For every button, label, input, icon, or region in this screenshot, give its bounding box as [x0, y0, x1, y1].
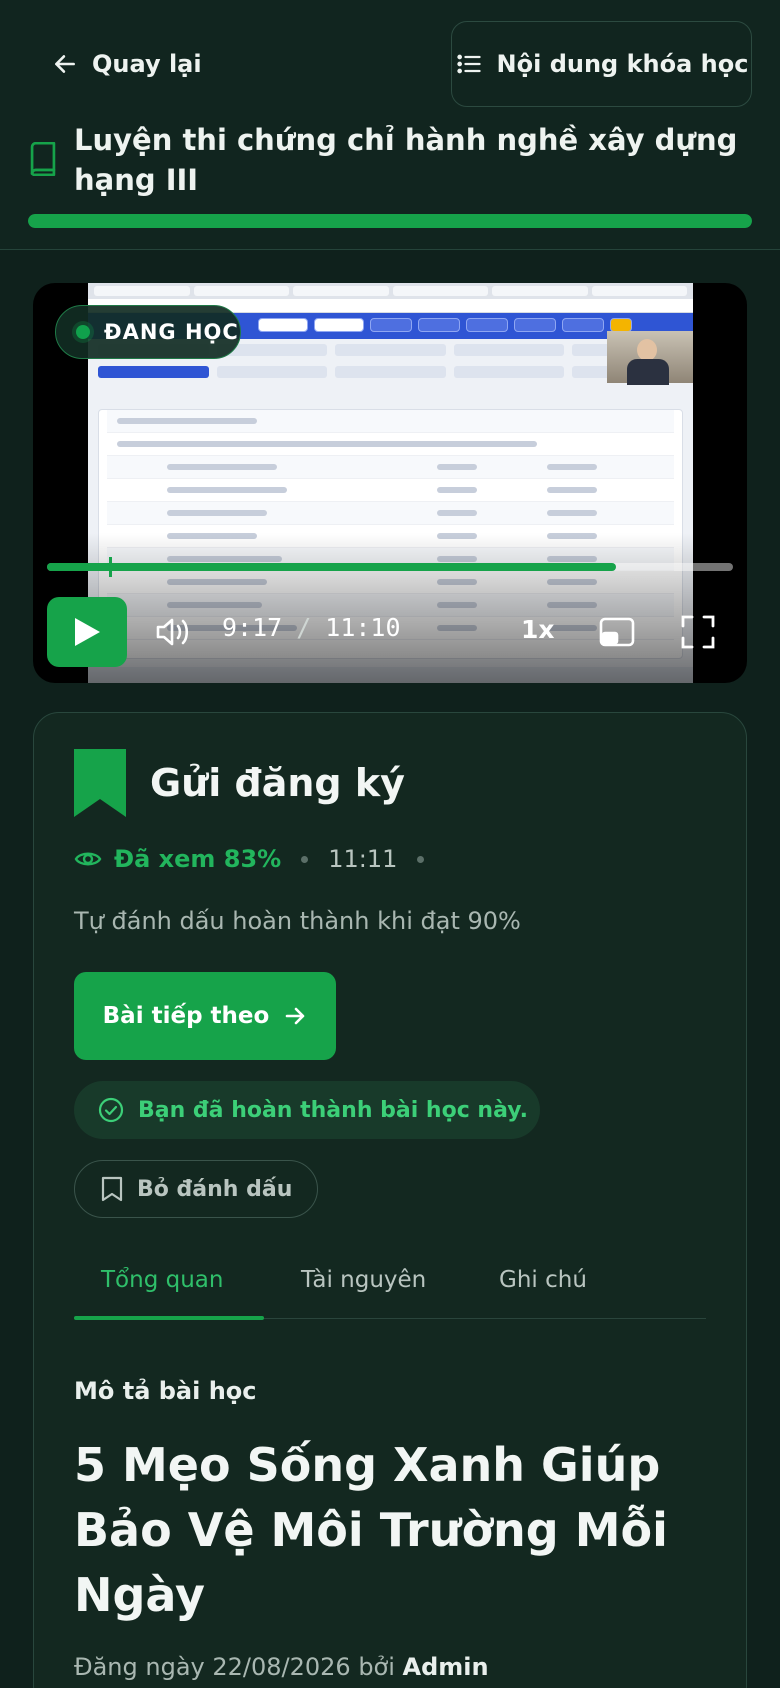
tab-notes[interactable]: Ghi chú: [499, 1267, 587, 1293]
video-player[interactable]: ĐANG HỌC 9:17 / 11:10 1x: [33, 283, 747, 683]
webcam-overlay: [607, 331, 693, 385]
lesson-title: Gửi đăng ký: [150, 761, 405, 805]
status-dot: [76, 325, 90, 339]
list-icon: [456, 54, 481, 74]
seek-marker: [109, 557, 112, 577]
video-played-fill: [47, 563, 617, 571]
next-lesson-button[interactable]: Bài tiếp theo: [74, 972, 336, 1060]
play-button[interactable]: [47, 597, 127, 667]
play-icon: [75, 618, 100, 646]
next-lesson-label: Bài tiếp theo: [102, 1003, 270, 1029]
fullscreen-icon[interactable]: [681, 615, 715, 649]
status-badge: ĐANG HỌC: [55, 305, 241, 359]
watched-label: Đã xem 83%: [114, 845, 282, 873]
video-controls: 9:17 / 11:10 1x: [47, 597, 733, 667]
arrow-left-icon: [55, 55, 75, 73]
duration: 11:10: [325, 613, 401, 642]
picture-in-picture-icon[interactable]: [599, 615, 635, 649]
time-display: 9:17 / 11:10: [222, 613, 401, 642]
posted-info: Đăng ngày 22/08/2026 bởi Admin: [74, 1653, 489, 1681]
active-tab-indicator: [74, 1316, 264, 1320]
meta-bullet: [417, 855, 425, 863]
course-content-label: Nội dung khóa học: [496, 50, 749, 78]
lesson-length: 11:11: [328, 845, 398, 873]
author-name: Admin: [402, 1653, 489, 1681]
playback-speed-button[interactable]: 1x: [521, 615, 555, 644]
completed-message: Bạn đã hoàn thành bài học này.: [138, 1097, 528, 1123]
lesson-meta: Đã xem 83% 11:11: [74, 845, 425, 873]
unmark-label: Bỏ đánh dấu: [137, 1176, 293, 1202]
tab-overview[interactable]: Tổng quan: [101, 1267, 223, 1293]
bookmark-icon: [74, 749, 126, 817]
article-title: 5 Mẹo Sống Xanh Giúp Bảo Vệ Môi Trường M…: [74, 1438, 668, 1622]
book-icon: [30, 142, 56, 176]
course-content-button[interactable]: Nội dung khóa học: [451, 21, 752, 107]
arrow-right-icon: [286, 1007, 305, 1025]
watched-status: Đã xem 83%: [74, 845, 281, 873]
posted-prefix: Đăng ngày 22/08/2026 bởi: [74, 1653, 395, 1681]
lesson-card: Gửi đăng ký Đã xem 83% 11:11 Tự đánh dấu…: [33, 712, 747, 1688]
current-time: 9:17: [222, 613, 283, 642]
course-title: Luyện thi chứng chỉ hành nghề xây dựng h…: [74, 123, 738, 197]
section-label: Mô tả bài học: [74, 1377, 257, 1405]
eye-icon: [74, 852, 102, 866]
course-title-row: Luyện thi chứng chỉ hành nghề xây dựng h…: [28, 120, 758, 200]
check-circle-icon: [98, 1097, 124, 1123]
status-badge-label: ĐANG HỌC: [104, 320, 239, 344]
auto-complete-note: Tự đánh dấu hoàn thành khi đạt 90%: [74, 907, 521, 935]
tab-resources[interactable]: Tài nguyên: [301, 1267, 426, 1293]
meta-bullet: [301, 855, 309, 863]
back-button[interactable]: Quay lại: [52, 44, 202, 84]
volume-icon[interactable]: [155, 615, 191, 649]
unmark-button[interactable]: Bỏ đánh dấu: [74, 1160, 318, 1218]
back-label: Quay lại: [92, 50, 202, 78]
bookmark-outline-icon: [101, 1176, 123, 1202]
completed-banner: Bạn đã hoàn thành bài học này.: [74, 1081, 540, 1139]
course-progress-fill: [28, 214, 752, 228]
lesson-tabs: Tổng quan Tài nguyên Ghi chú: [74, 1253, 706, 1320]
course-progress-bar: [28, 214, 752, 228]
top-bar: Quay lại Nội dung khóa học Luyện thi chứ…: [0, 0, 780, 250]
time-separator: /: [296, 613, 312, 642]
lesson-header: Gửi đăng ký: [74, 749, 405, 817]
video-seek-bar[interactable]: [47, 557, 733, 577]
